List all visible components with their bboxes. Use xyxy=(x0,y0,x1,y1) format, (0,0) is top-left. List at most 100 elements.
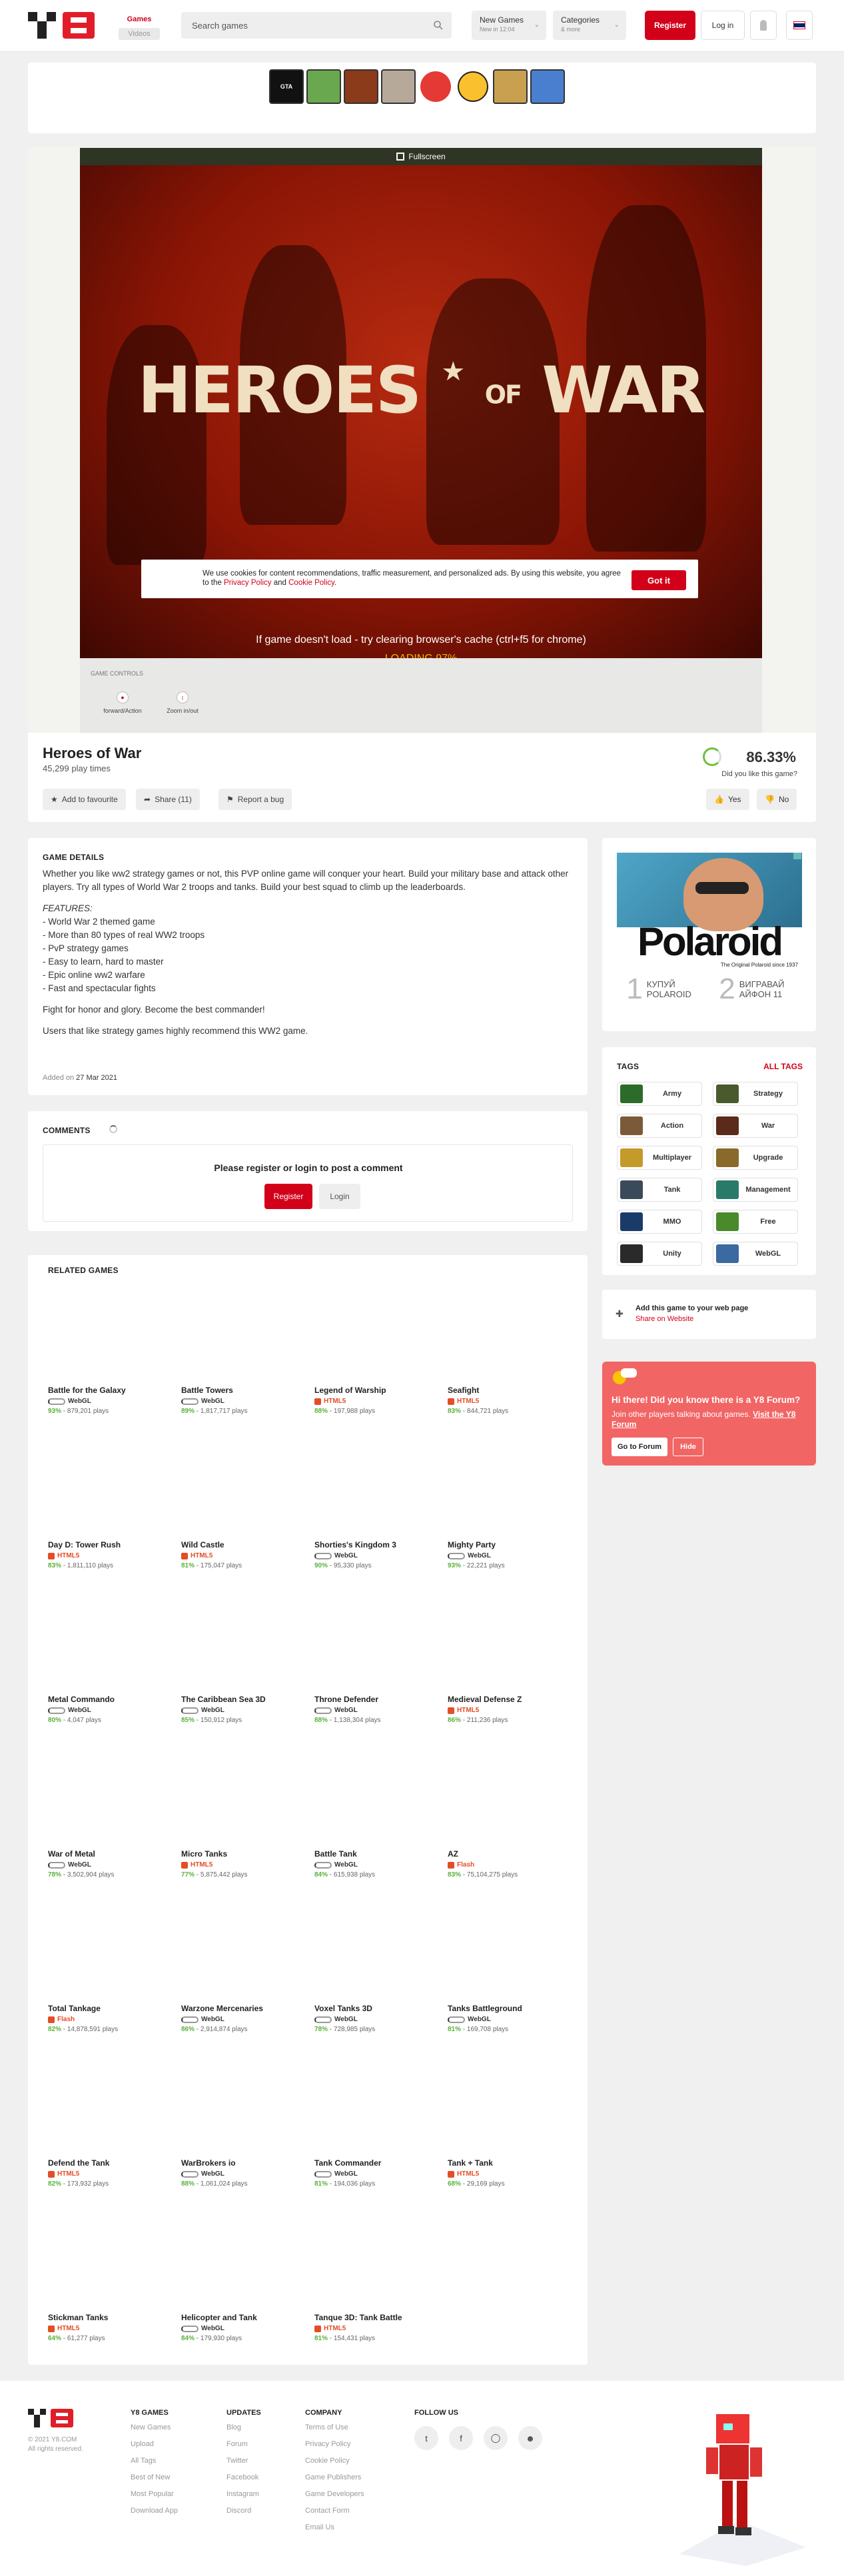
tag-action[interactable]: Action xyxy=(617,1114,702,1138)
game-canvas[interactable]: HEROES ★ OF WAR We use cookies for conte… xyxy=(80,165,762,658)
footer-link[interactable]: New Games xyxy=(131,2423,178,2431)
ad-choices-icon[interactable] xyxy=(793,853,801,859)
related-game-item[interactable]: Tank Commander WebGL 81% - 194,036 plays xyxy=(314,2158,441,2188)
related-game-title[interactable]: Battle Towers xyxy=(181,1386,308,1395)
tag-unity[interactable]: Unity xyxy=(617,1242,702,1266)
featured-thumb[interactable] xyxy=(306,69,341,104)
related-game-item[interactable]: Shorties's Kingdom 3 WebGL 90% - 95,330 pl… xyxy=(314,1540,441,1569)
new-games-dropdown[interactable]: New Games New in 12:04 ⌄ xyxy=(472,11,546,40)
got-it-button[interactable]: Got it xyxy=(632,570,686,590)
share-button[interactable]: ➦ Share (11) xyxy=(136,789,200,810)
footer-link[interactable]: Twitter xyxy=(226,2457,261,2465)
like-no-button[interactable]: 👎 No xyxy=(757,789,797,810)
footer-link[interactable]: Best of New xyxy=(131,2473,178,2481)
footer-link[interactable]: Game Developers xyxy=(305,2490,364,2498)
footer-link[interactable]: Facebook xyxy=(226,2473,261,2481)
related-game-item[interactable]: Seafight HTML5 83% - 844,721 plays xyxy=(448,1386,574,1415)
related-game-title[interactable]: Medieval Defense Z xyxy=(448,1695,574,1704)
related-game-item[interactable]: Tank + Tank HTML5 68% - 29,169 plays xyxy=(448,2158,574,2188)
footer-link[interactable]: Email Us xyxy=(305,2523,364,2531)
login-button[interactable]: Log in xyxy=(701,11,745,40)
featured-thumb[interactable] xyxy=(418,69,453,104)
hide-forum-button[interactable]: Hide xyxy=(673,1438,703,1456)
related-game-title[interactable]: Defend the Tank xyxy=(48,2158,175,2168)
footer-link[interactable]: Privacy Policy xyxy=(305,2440,364,2448)
tag-army[interactable]: Army xyxy=(617,1082,702,1106)
related-game-item[interactable]: Warzone Mercenaries WebGL 86% - 2,914,874 … xyxy=(181,2004,308,2033)
related-game-item[interactable]: Metal Commando WebGL 80% - 4,047 plays xyxy=(48,1695,175,1724)
related-game-title[interactable]: Battle for the Galaxy xyxy=(48,1386,175,1395)
language-button[interactable] xyxy=(786,11,813,40)
related-game-item[interactable]: Tanque 3D: Tank Battle HTML5 81% - 154,431… xyxy=(314,2313,441,2342)
tab-games[interactable]: Games xyxy=(119,13,160,25)
footer-link[interactable]: Discord xyxy=(226,2507,261,2515)
related-game-item[interactable]: Battle for the Galaxy WebGL 93% - 879,201 … xyxy=(48,1386,175,1415)
like-yes-button[interactable]: 👍 Yes xyxy=(706,789,749,810)
twitter-icon[interactable]: t xyxy=(414,2426,438,2450)
related-game-item[interactable]: Battle Tank WebGL 84% - 615,938 plays xyxy=(314,1849,441,1879)
related-game-item[interactable]: Voxel Tanks 3D WebGL 78% - 728,985 plays xyxy=(314,2004,441,2033)
footer-link[interactable]: Cookie Policy xyxy=(305,2457,364,2465)
instagram-icon[interactable]: ◯ xyxy=(484,2426,508,2450)
related-game-item[interactable]: Throne Defender WebGL 88% - 1,138,304 play… xyxy=(314,1695,441,1724)
tag-tank[interactable]: Tank xyxy=(617,1178,702,1202)
related-game-item[interactable]: Wild Castle HTML5 81% - 175,047 plays xyxy=(181,1540,308,1569)
related-game-item[interactable]: Micro Tanks HTML5 77% - 5,875,442 plays xyxy=(181,1849,308,1879)
related-game-title[interactable]: Tank Commander xyxy=(314,2158,441,2168)
featured-thumb[interactable]: GTA xyxy=(269,69,304,104)
fullscreen-button[interactable]: Fullscreen xyxy=(80,148,762,165)
related-game-title[interactable]: Warzone Mercenaries xyxy=(181,2004,308,2013)
footer-link[interactable]: Game Publishers xyxy=(305,2473,364,2481)
related-game-title[interactable]: Mighty Party xyxy=(448,1540,574,1549)
related-game-item[interactable]: Legend of Warship HTML5 88% - 197,988 play… xyxy=(314,1386,441,1415)
featured-thumb[interactable] xyxy=(381,69,416,104)
discord-icon[interactable]: ☻ xyxy=(518,2426,542,2450)
related-game-item[interactable]: Medieval Defense Z HTML5 86% - 211,236 pla… xyxy=(448,1695,574,1724)
related-game-item[interactable]: Battle Towers WebGL 89% - 1,817,717 plays xyxy=(181,1386,308,1415)
related-game-item[interactable]: Helicopter and Tank WebGL 84% - 179,930 pl… xyxy=(181,2313,308,2342)
related-game-title[interactable]: Day D: Tower Rush xyxy=(48,1540,175,1549)
related-game-item[interactable]: The Caribbean Sea 3D WebGL 85% - 150,912 p… xyxy=(181,1695,308,1724)
related-game-title[interactable]: Tanks Battleground xyxy=(448,2004,574,2013)
related-game-title[interactable]: War of Metal xyxy=(48,1849,175,1859)
categories-dropdown[interactable]: Categories & more ⌄ xyxy=(553,11,626,40)
related-game-title[interactable]: Legend of Warship xyxy=(314,1386,441,1395)
search-icon[interactable] xyxy=(433,20,444,31)
featured-thumb[interactable] xyxy=(344,69,378,104)
all-tags-link[interactable]: ALL TAGS xyxy=(763,1062,803,1071)
related-game-item[interactable]: War of Metal WebGL 78% - 3,502,904 plays xyxy=(48,1849,175,1879)
related-game-item[interactable]: AZ Flash 83% - 75,104,275 plays xyxy=(448,1849,574,1879)
related-game-title[interactable]: Metal Commando xyxy=(48,1695,175,1704)
tag-mmo[interactable]: MMO xyxy=(617,1210,702,1234)
related-game-item[interactable]: Tanks Battleground WebGL 81% - 169,708 pla… xyxy=(448,2004,574,2033)
tag-upgrade[interactable]: Upgrade xyxy=(713,1146,798,1170)
footer-link[interactable]: Instagram xyxy=(226,2490,261,2498)
footer-link[interactable]: Forum xyxy=(226,2440,261,2448)
related-game-title[interactable]: Throne Defender xyxy=(314,1695,441,1704)
search-input[interactable]: Search games xyxy=(181,12,452,39)
theme-toggle-button[interactable] xyxy=(750,11,777,40)
share-on-website-link[interactable]: Share on Website xyxy=(635,1315,693,1323)
related-game-title[interactable]: Stickman Tanks xyxy=(48,2313,175,2322)
tag-multiplayer[interactable]: Multiplayer xyxy=(617,1146,702,1170)
footer-link[interactable]: Upload xyxy=(131,2440,178,2448)
add-favourite-button[interactable]: ★ Add to favourite xyxy=(43,789,126,810)
related-game-title[interactable]: Total Tankage xyxy=(48,2004,175,2013)
tab-videos[interactable]: Videos xyxy=(119,28,160,40)
related-game-title[interactable]: Tank + Tank xyxy=(448,2158,574,2168)
report-bug-button[interactable]: ⚑ Report a bug xyxy=(218,789,292,810)
facebook-icon[interactable]: f xyxy=(449,2426,473,2450)
footer-link[interactable]: Download App xyxy=(131,2507,178,2515)
related-game-title[interactable]: Helicopter and Tank xyxy=(181,2313,308,2322)
related-game-title[interactable]: Voxel Tanks 3D xyxy=(314,2004,441,2013)
y8-footer-logo[interactable] xyxy=(28,2407,75,2430)
go-to-forum-button[interactable]: Go to Forum xyxy=(612,1438,667,1456)
related-game-title[interactable]: Shorties's Kingdom 3 xyxy=(314,1540,441,1549)
related-game-title[interactable]: Seafight xyxy=(448,1386,574,1395)
cookie-policy-link[interactable]: Cookie Policy xyxy=(288,579,334,587)
related-game-item[interactable]: Mighty Party WebGL 93% - 22,221 plays xyxy=(448,1540,574,1569)
tag-strategy[interactable]: Strategy xyxy=(713,1082,798,1106)
footer-link[interactable]: Blog xyxy=(226,2423,261,2431)
footer-link[interactable]: Contact Form xyxy=(305,2507,364,2515)
related-game-item[interactable]: Defend the Tank HTML5 82% - 173,932 plays xyxy=(48,2158,175,2188)
